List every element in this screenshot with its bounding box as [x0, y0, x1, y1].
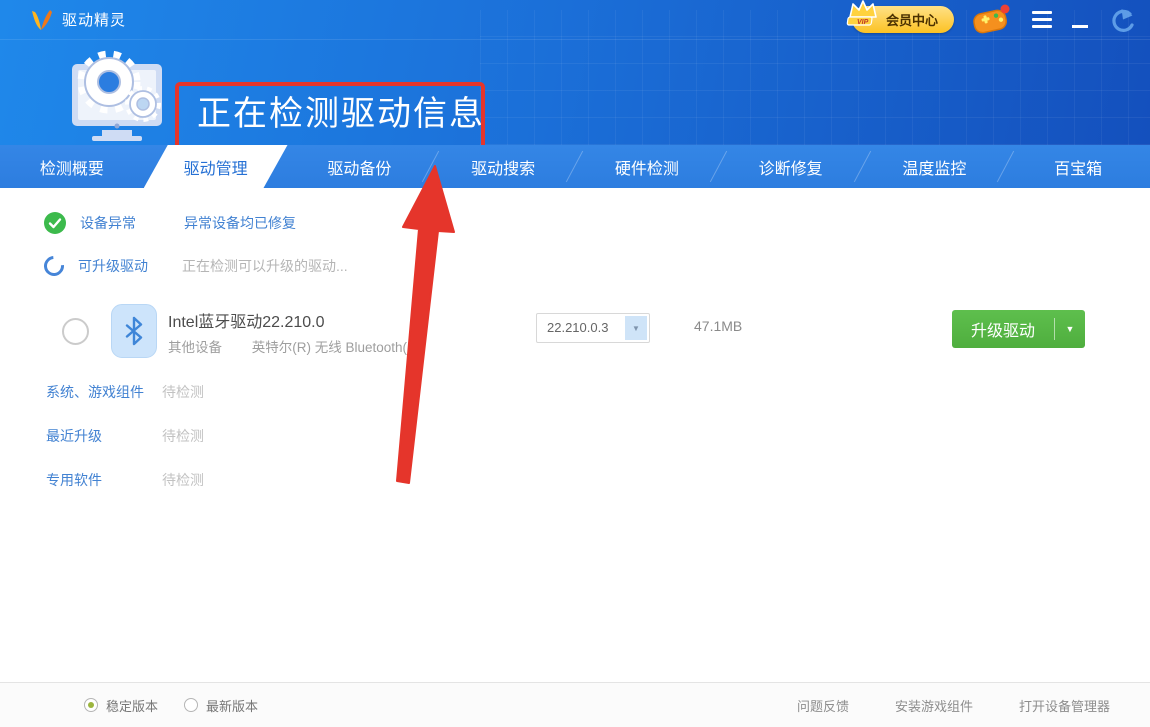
link-install-game-components[interactable]: 安装游戏组件 [895, 696, 973, 715]
title-bar: 驱动精灵 VIP 会员中心 [0, 0, 1150, 40]
tab-hardware-detect[interactable]: 硬件检测 [575, 145, 719, 188]
vip-center-label: 会员中心 [886, 10, 938, 29]
page-title: 正在检测驱动信息 [197, 86, 485, 135]
section-status: 待检测 [162, 426, 204, 446]
vip-center-button[interactable]: VIP 会员中心 [852, 6, 954, 33]
main-content: 设备异常 异常设备均已修复 可升级驱动 正在检测可以升级的驱动... Intel… [0, 188, 1150, 682]
header: 驱动精灵 VIP 会员中心 [0, 0, 1150, 145]
tab-driver-backup[interactable]: 驱动备份 [288, 145, 432, 188]
dropdown-caret-icon[interactable]: ▼ [625, 316, 647, 340]
menu-icon[interactable] [1028, 7, 1056, 32]
tab-driver-management[interactable]: 驱动管理 [144, 145, 288, 188]
section-status: 待检测 [162, 470, 204, 490]
upgrade-driver-button[interactable]: 升级驱动 ▼ [952, 310, 1085, 348]
app-name: 驱动精灵 [62, 9, 126, 30]
tab-diagnose-repair[interactable]: 诊断修复 [719, 145, 863, 188]
tab-overview[interactable]: 检测概要 [0, 145, 144, 188]
app-window: 驱动精灵 VIP 会员中心 [0, 0, 1150, 727]
monitor-gears-illustration [62, 42, 172, 144]
status-label: 可升级驱动 [78, 256, 160, 276]
section-label[interactable]: 系统、游戏组件 [46, 382, 158, 402]
upgrade-driver-label: 升级驱动 [952, 317, 1054, 341]
driver-row-intel-bluetooth: Intel蓝牙驱动22.210.0 其他设备 英特尔(R) 无线 Bluetoo… [0, 300, 1150, 364]
status-value: 异常设备均已修复 [184, 213, 296, 233]
spinner-icon [40, 252, 68, 280]
bluetooth-icon [111, 304, 157, 358]
footer-links: 问题反馈 安装游戏组件 打开设备管理器 [797, 696, 1110, 715]
driver-select-radio[interactable] [62, 318, 89, 345]
game-center-button[interactable] [970, 3, 1012, 37]
main-tab-bar: 检测概要 驱动管理 驱动备份 驱动搜索 硬件检测 诊断修复 温度监控 百宝箱 [0, 145, 1150, 188]
radio-stable-version[interactable]: 稳定版本 [84, 696, 158, 715]
version-channel-radios: 稳定版本 最新版本 [84, 696, 258, 715]
version-value: 22.210.0.3 [547, 320, 608, 335]
footer-bar: 稳定版本 最新版本 问题反馈 安装游戏组件 打开设备管理器 [0, 682, 1150, 727]
tab-driver-search[interactable]: 驱动搜索 [431, 145, 575, 188]
vip-crown-icon: VIP [844, 0, 882, 31]
link-feedback[interactable]: 问题反馈 [797, 696, 849, 715]
undo-arrow-icon[interactable] [1106, 6, 1136, 34]
section-row-system-game: 系统、游戏组件 待检测 [46, 382, 204, 402]
section-row-recent-upgrade: 最近升级 待检测 [46, 426, 204, 446]
version-dropdown[interactable]: 22.210.0.3 ▼ [536, 313, 650, 343]
status-row-device-abnormal: 设备异常 异常设备均已修复 [44, 212, 296, 234]
check-circle-icon [44, 212, 66, 234]
driver-device: 英特尔(R) 无线 Bluetooth(R) [252, 340, 422, 355]
gamepad-icon [970, 3, 1012, 37]
section-label[interactable]: 专用软件 [46, 470, 158, 490]
status-row-upgradable-drivers: 可升级驱动 正在检测可以升级的驱动... [44, 256, 348, 276]
status-label: 设备异常 [80, 213, 162, 233]
svg-text:VIP: VIP [857, 19, 869, 26]
driver-subtitle: 其他设备 英特尔(R) 无线 Bluetooth(R) [168, 336, 421, 356]
section-label[interactable]: 最近升级 [46, 426, 158, 446]
upgrade-options-caret-icon[interactable]: ▼ [1055, 324, 1085, 334]
radio-label: 最新版本 [206, 696, 258, 715]
driver-name: Intel蓝牙驱动22.210.0 [168, 308, 325, 332]
minimize-icon[interactable] [1072, 9, 1090, 31]
tab-temperature-monitor[interactable]: 温度监控 [863, 145, 1007, 188]
radio-selected-icon[interactable] [84, 698, 98, 712]
link-open-device-manager[interactable]: 打开设备管理器 [1019, 696, 1110, 715]
section-row-dedicated-software: 专用软件 待检测 [46, 470, 204, 490]
tab-toolbox[interactable]: 百宝箱 [1006, 145, 1150, 188]
status-value: 正在检测可以升级的驱动... [182, 256, 348, 276]
radio-label: 稳定版本 [106, 696, 158, 715]
driver-category: 其他设备 [168, 340, 222, 355]
logo-bird-icon [28, 7, 54, 33]
radio-unselected-icon[interactable] [184, 698, 198, 712]
radio-latest-version[interactable]: 最新版本 [184, 696, 258, 715]
titlebar-controls: VIP 会员中心 [852, 3, 1136, 37]
app-logo: 驱动精灵 [28, 7, 126, 33]
section-status: 待检测 [162, 382, 204, 402]
header-banner: 正在检测驱动信息 [0, 40, 1150, 145]
driver-size: 47.1MB [694, 318, 742, 334]
